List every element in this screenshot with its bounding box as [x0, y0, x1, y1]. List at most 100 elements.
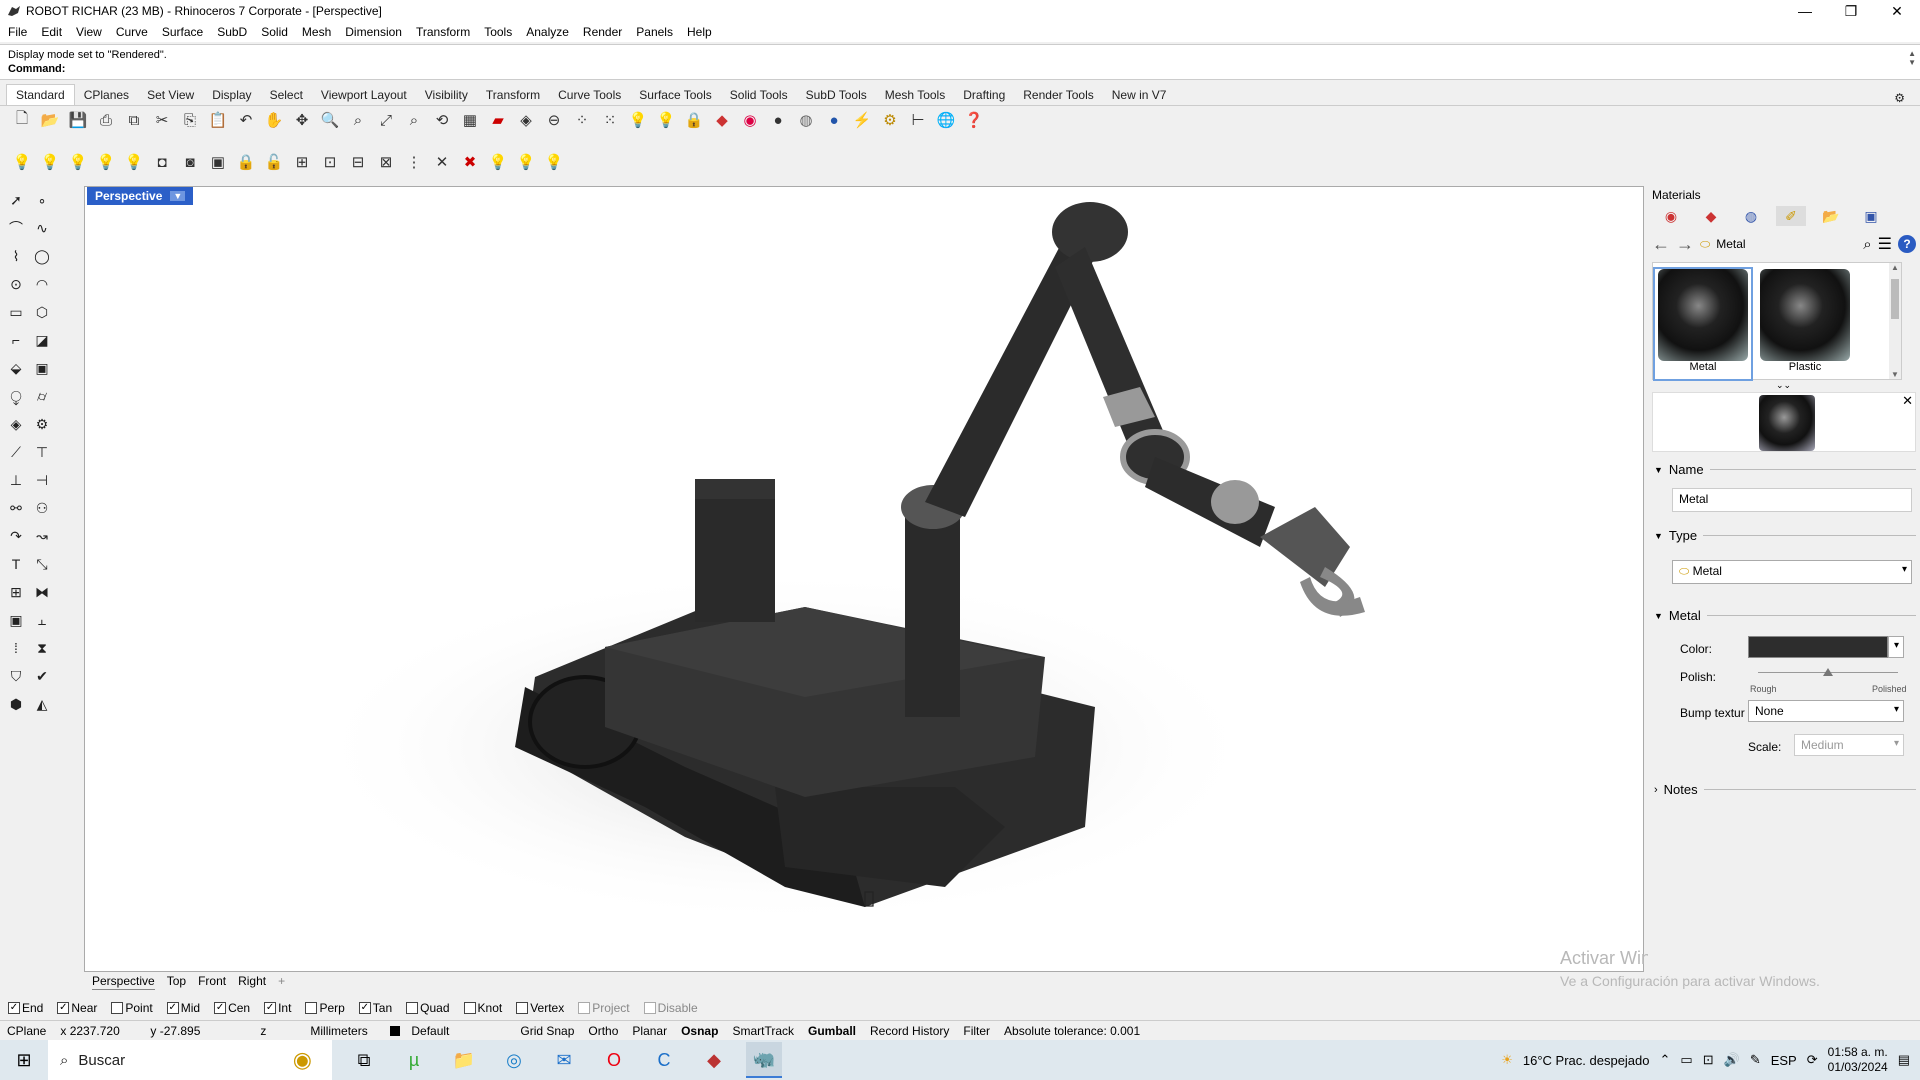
tab-render-tools[interactable]: Render Tools [1014, 85, 1103, 105]
folder-tab-icon[interactable]: 📂 [1816, 206, 1846, 226]
tab-set-view[interactable]: Set View [138, 85, 203, 105]
new-file-icon[interactable]: 🗋 [10, 108, 34, 132]
material-type-dropdown[interactable]: ⬭ Metal ▾ [1672, 560, 1912, 584]
orient-icon[interactable]: ⫠ [30, 608, 54, 632]
unlock-object-icon[interactable]: 🔓 [262, 150, 286, 174]
tab-select[interactable]: Select [261, 85, 312, 105]
cancel-block-icon[interactable]: ✕ [430, 150, 454, 174]
tab-solid-tools[interactable]: Solid Tools [721, 85, 797, 105]
slider-thumb[interactable] [1823, 668, 1833, 676]
group-icon[interactable]: ⊡ [318, 150, 342, 174]
tab-transform[interactable]: Transform [477, 85, 549, 105]
undo-icon[interactable]: ↶ [234, 108, 258, 132]
dimension-icon[interactable]: ⊢ [906, 108, 930, 132]
minimize-button[interactable]: — [1782, 0, 1828, 22]
mail-icon[interactable]: ✉ [546, 1042, 582, 1078]
bump-texture-dropdown[interactable]: None ▾ [1748, 700, 1904, 722]
status-cplane[interactable]: CPlane [0, 1024, 53, 1038]
zoom-extents-icon[interactable]: ⤢ [374, 108, 398, 132]
gear-tool-icon[interactable]: ⚙ [30, 412, 54, 436]
camera-icon[interactable]: ◈ [514, 108, 538, 132]
status-units[interactable]: Millimeters [303, 1024, 383, 1038]
environment-tab-icon[interactable]: ◍ [1736, 206, 1766, 226]
help-icon[interactable]: ❓ [962, 108, 986, 132]
lock-swap-icon[interactable]: ⊞ [290, 150, 314, 174]
refresh-icon[interactable]: ⟳ [1807, 1052, 1818, 1068]
osnap-perp[interactable]: Perp [305, 1001, 345, 1015]
menu-edit[interactable]: Edit [41, 25, 62, 39]
viewtab-front[interactable]: Front [198, 974, 226, 990]
status-smarttrack[interactable]: SmartTrack [725, 1024, 801, 1038]
polygon-icon[interactable]: ⬡ [30, 300, 54, 324]
rectangle-icon[interactable]: ▭ [4, 300, 28, 324]
tab-viewport-layout[interactable]: Viewport Layout [312, 85, 416, 105]
bulb-on-icon[interactable]: 💡 [10, 150, 34, 174]
material-tool-icon[interactable]: ◭ [30, 692, 54, 716]
scale-icon[interactable]: ⤡ [30, 552, 54, 576]
tab-mesh-tools[interactable]: Mesh Tools [876, 85, 954, 105]
back-arrow-icon[interactable]: ← [1652, 234, 1670, 255]
menu-help[interactable]: Help [687, 25, 712, 39]
language-indicator[interactable]: ESP [1771, 1053, 1797, 1068]
cylinder-icon[interactable]: ⌭ [30, 384, 54, 408]
material-thumb-plastic[interactable]: Plastic [1757, 269, 1853, 379]
block-icon[interactable]: ⊠ [374, 150, 398, 174]
shaded-sphere-icon[interactable]: ● [766, 108, 790, 132]
options-gear-icon[interactable]: ⚙ [878, 108, 902, 132]
fillet-icon[interactable]: ⌐ [4, 328, 28, 352]
extrude-icon[interactable]: ⬙ [4, 356, 28, 380]
osnap-disable[interactable]: Disable [643, 1001, 698, 1015]
zoom-window-icon[interactable]: ⌕ [346, 108, 370, 132]
close-preview-icon[interactable]: ✕ [1902, 393, 1913, 409]
rhino-render-icon[interactable]: ◆ [696, 1042, 732, 1078]
status-filter[interactable]: Filter [956, 1024, 997, 1038]
osnap-near[interactable]: ✓ Near [57, 1001, 97, 1015]
mirror-icon[interactable]: ⧓ [30, 580, 54, 604]
menu-analyze[interactable]: Analyze [526, 25, 569, 39]
meet-icon[interactable]: ▭ [1680, 1052, 1692, 1068]
color-dropdown[interactable]: ▾ [1888, 636, 1904, 658]
polish-slider[interactable] [1758, 668, 1898, 678]
car-icon[interactable]: ▰ [486, 108, 510, 132]
solid-box-icon[interactable]: ▣ [4, 608, 28, 632]
menu-surface[interactable]: Surface [162, 25, 203, 39]
close-button[interactable]: ✕ [1874, 0, 1920, 22]
status-ortho[interactable]: Ortho [581, 1024, 625, 1038]
gear-icon[interactable]: ⚙ [1885, 88, 1914, 108]
status-record-history[interactable]: Record History [863, 1024, 956, 1038]
rotate-view-icon[interactable]: ⟲ [430, 108, 454, 132]
viewtab-perspective[interactable]: Perspective [92, 974, 155, 990]
search-icon[interactable]: ⌕ [1863, 236, 1871, 253]
boolean-icon[interactable]: ⧬ [4, 384, 28, 408]
array-icon[interactable]: ⊞ [4, 580, 28, 604]
tab-subd-tools[interactable]: SubD Tools [797, 85, 876, 105]
osnap-project[interactable]: Project [578, 1001, 630, 1015]
color-wheel-tab-icon[interactable]: ◉ [1656, 206, 1686, 226]
tab-display[interactable]: Display [203, 85, 260, 105]
scale-dropdown[interactable]: Medium ▾ [1794, 734, 1904, 756]
check-icon[interactable]: ✔ [30, 664, 54, 688]
viewtab-right[interactable]: Right [238, 974, 266, 990]
copy-icon[interactable]: ⎘ [178, 108, 202, 132]
clock[interactable]: 01:58 a. m. 01/03/2024 [1828, 1045, 1888, 1075]
perspective-viewport[interactable]: Perspective ▼ [84, 186, 1644, 972]
menu-mesh[interactable]: Mesh [302, 25, 331, 39]
menu-subd[interactable]: SubD [217, 25, 247, 39]
print-icon[interactable]: ⎙ [94, 108, 118, 132]
save-icon[interactable]: 💾 [66, 108, 90, 132]
robot-model[interactable] [85, 187, 1644, 972]
status-layer[interactable]: Default [383, 1024, 513, 1038]
select-arrow-icon[interactable]: ➚ [4, 188, 28, 212]
status-planar[interactable]: Planar [625, 1024, 674, 1038]
maximize-button[interactable]: ❐ [1828, 0, 1874, 22]
light-bulb-icon[interactable]: 💡 [626, 108, 650, 132]
light-off-icon[interactable]: 💡 [654, 108, 678, 132]
import-icon[interactable]: ⧉ [122, 108, 146, 132]
render-tab-icon[interactable]: ▣ [1856, 206, 1886, 226]
hide-icon[interactable]: ◙ [178, 150, 202, 174]
network-icon[interactable]: ⊡ [1703, 1052, 1714, 1068]
tab-surface-tools[interactable]: Surface Tools [630, 85, 721, 105]
zoom-icon[interactable]: 🔍 [318, 108, 342, 132]
status-gumball[interactable]: Gumball [801, 1024, 863, 1038]
tab-cplanes[interactable]: CPlanes [75, 85, 138, 105]
